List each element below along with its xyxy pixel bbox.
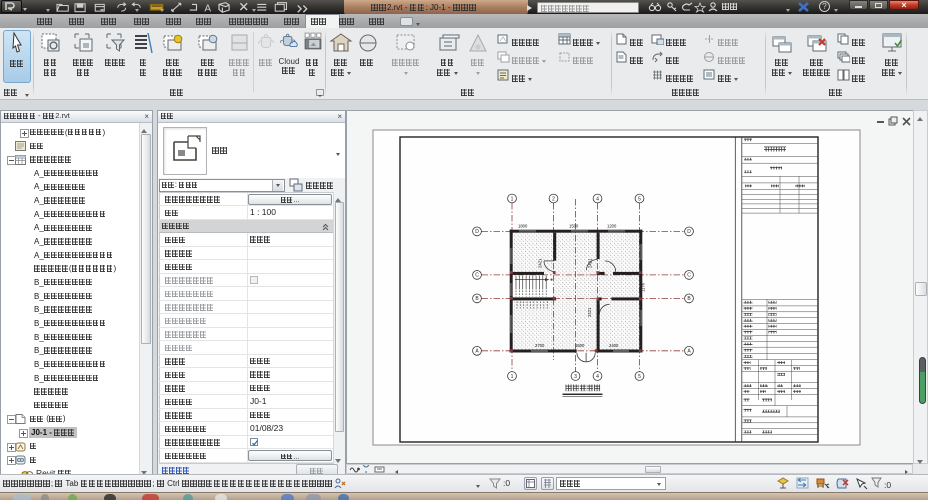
- svg-text:4: 4: [596, 374, 599, 380]
- svg-text:3: 3: [574, 374, 577, 380]
- svg-text:2700: 2700: [535, 343, 545, 348]
- svg-text:A: A: [204, 3, 211, 14]
- svg-text:2421: 2421: [588, 258, 593, 268]
- svg-text:D: D: [687, 229, 691, 235]
- svg-text:2421: 2421: [587, 307, 592, 317]
- svg-text:1: 1: [511, 196, 514, 202]
- svg-text:4: 4: [596, 196, 599, 202]
- svg-text:5: 5: [638, 374, 641, 380]
- svg-text:1800: 1800: [518, 224, 528, 229]
- svg-text:1500: 1500: [569, 224, 579, 229]
- svg-text:2400: 2400: [609, 343, 619, 348]
- svg-text:D: D: [475, 229, 479, 235]
- svg-text:5: 5: [638, 196, 641, 202]
- svg-text:C: C: [475, 273, 479, 279]
- svg-text:C: C: [687, 273, 691, 279]
- svg-text:1500: 1500: [575, 343, 585, 348]
- svg-text:2421: 2421: [538, 258, 543, 268]
- svg-text:1: 1: [511, 374, 514, 380]
- svg-text:2: 2: [552, 196, 555, 202]
- svg-text:1176: 1176: [641, 282, 646, 292]
- svg-text:1200: 1200: [607, 224, 617, 229]
